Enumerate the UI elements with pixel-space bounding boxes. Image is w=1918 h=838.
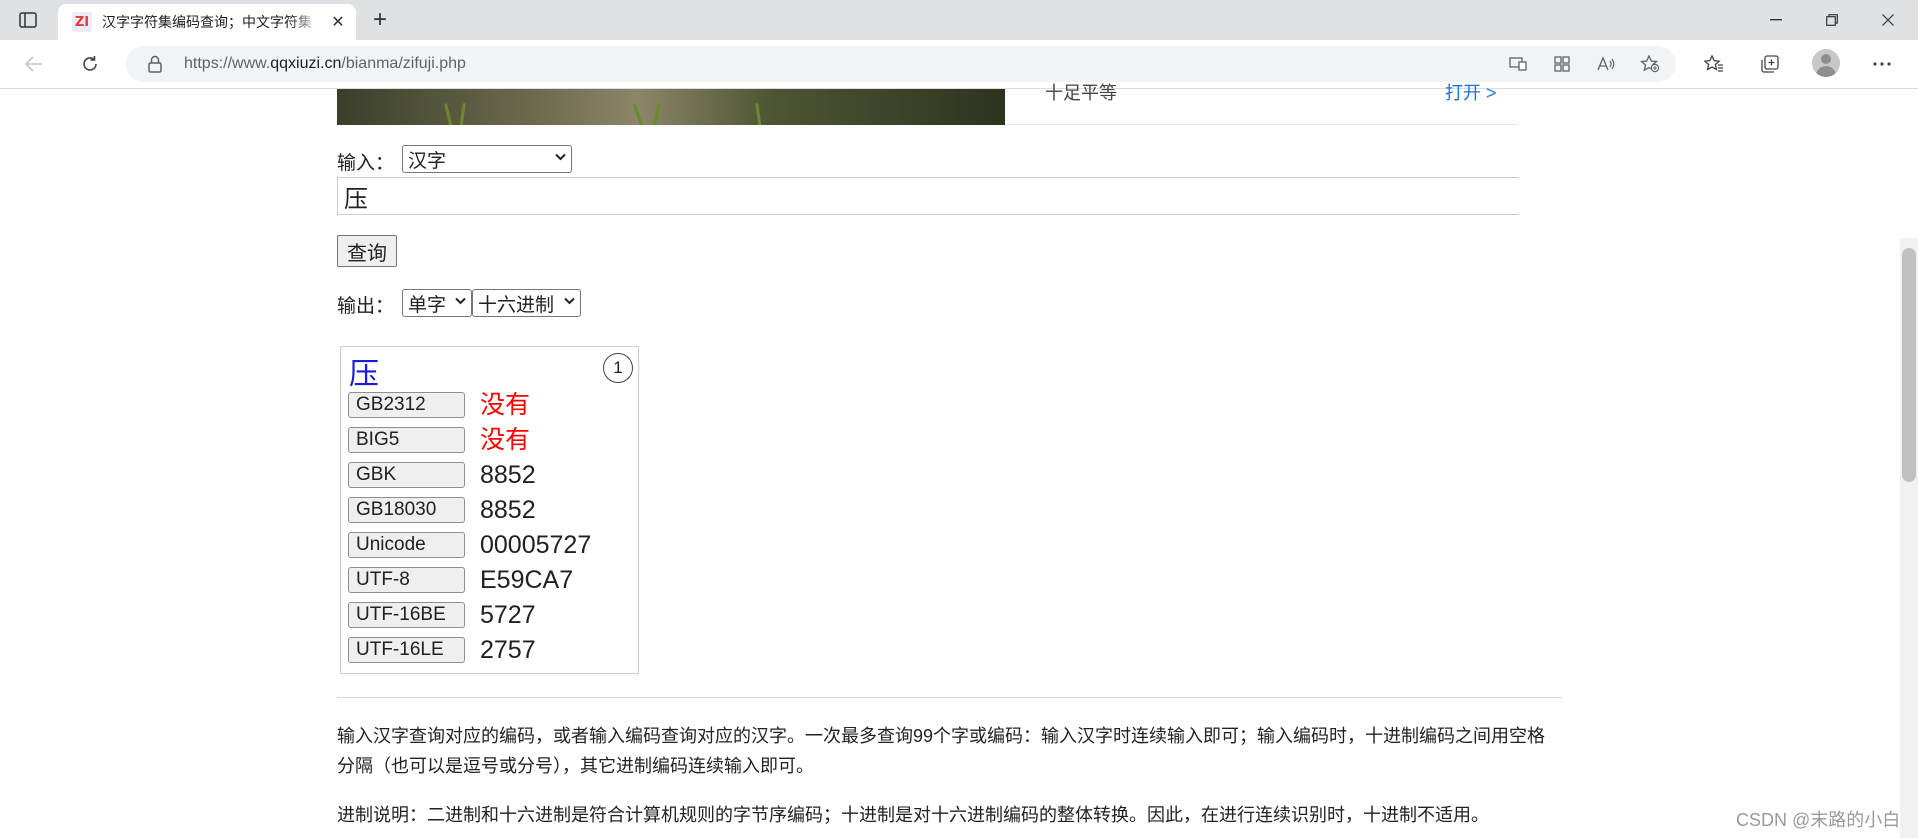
input-type-select[interactable]: 汉字 [402,145,572,173]
output-mode-select[interactable]: 单字 [402,289,472,317]
code-label-button[interactable]: BIG5 [348,427,465,453]
query-input-value: 压 [344,185,368,213]
query-input[interactable]: 压 [337,177,1519,215]
query-button[interactable]: 查询 [337,235,397,267]
refresh-icon[interactable] [76,50,104,78]
code-label-button[interactable]: GB2312 [348,392,465,418]
code-value: 没有 [480,426,531,454]
favorites-icon[interactable] [1700,50,1728,78]
collections-icon[interactable] [1756,50,1784,78]
banner-image[interactable] [337,89,1005,125]
tab-title: 汉字字符集编码查询；中文字符集 [102,14,312,30]
code-value: 没有 [480,391,531,419]
code-row: UTF-16BE 5727 [348,600,633,630]
close-window-icon[interactable] [1860,0,1916,40]
new-tab-icon[interactable]: + [366,8,394,32]
url-text[interactable]: https://www.qqxiuzi.cn/bianma/zifuji.php [184,55,466,73]
output-base-value: 十六进制 [478,294,555,316]
code-row: UTF-8 E59CA7 [348,565,633,595]
app-available-icon[interactable] [1506,52,1530,76]
output-base-select[interactable]: 十六进制 [472,289,581,317]
code-row: GBK 8852 [348,460,633,490]
minimize-icon[interactable] [1748,0,1804,40]
url-path: /bianma/zifuji.php [341,55,466,72]
close-tab-icon[interactable]: ✕ [328,12,348,32]
code-value: 8852 [480,461,536,489]
chevron-down-icon [564,294,575,308]
code-value: 2757 [480,636,536,664]
code-value: 8852 [480,496,536,524]
code-row: BIG5 没有 [348,425,633,455]
url-host: qqxiuzi.cn [270,55,342,72]
read-aloud-icon[interactable] [1594,52,1618,76]
result-card: 压 1 GB2312 没有 BIG5 没有 GBK 8852 GB18030 8852 Unic… [340,346,639,674]
code-label-button[interactable]: UTF-16BE [348,602,465,628]
output-mode-value: 单字 [408,294,447,316]
code-label-button[interactable]: Unicode [348,532,465,558]
back-arrow-icon[interactable] [20,50,48,78]
notes-paragraph: 进制说明：二进制和十六进制是符合计算机规则的字节序编码；十进制是对十六进制编码的… [337,805,1489,825]
code-row: UTF-16LE 2757 [348,635,633,665]
lock-icon[interactable] [148,55,162,78]
chevron-down-icon [555,150,566,164]
code-label-button[interactable]: GBK [348,462,465,488]
profile-avatar[interactable] [1812,49,1840,77]
code-label-button[interactable]: UTF-16LE [348,637,465,663]
add-favorite-icon[interactable] [1638,52,1662,76]
code-value: 5727 [480,601,536,629]
tab-strip: ZI 汉字字符集编码查询；中文字符集 ✕ + [0,0,1918,40]
restore-icon[interactable] [1804,0,1860,40]
extensions-grid-icon[interactable] [1550,52,1574,76]
site-favicon-icon: ZI [72,12,92,32]
tab-actions-icon[interactable] [14,8,42,32]
more-menu-icon[interactable] [1868,50,1896,78]
code-label-button[interactable]: UTF-8 [348,567,465,593]
url-prefix: https://www. [184,55,271,72]
output-label: 输出： [337,296,395,317]
code-row: GB18030 8852 [348,495,633,525]
page-content: 十足平等 打开 > 输入： 汉字 压 查询 输出： 单字 十六进制 压 1 GB… [0,83,1918,838]
scrollbar-thumb[interactable] [1902,248,1916,482]
banner-side-panel: 十足平等 打开 > [1005,83,1518,125]
input-label: 输入： [337,153,395,174]
browser-toolbar: https://www.qqxiuzi.cn/bianma/zifuji.php [0,40,1918,89]
address-bar[interactable]: https://www.qqxiuzi.cn/bianma/zifuji.php [126,46,1676,82]
description-paragraph: 输入汉字查询对应的编码，或者输入编码查询对应的汉字。一次最多查询99个字或编码：… [337,726,1546,776]
watermark: CSDN @末路的小白 [1736,810,1901,830]
banner-side-text: 十足平等 [1045,83,1117,103]
result-count-badge: 1 [603,353,633,383]
result-char: 压 [349,358,379,391]
divider [337,697,1562,698]
code-value: E59CA7 [480,566,574,594]
active-tab[interactable]: ZI 汉字字符集编码查询；中文字符集 ✕ [58,4,356,40]
chevron-down-icon [455,294,466,308]
code-label-button[interactable]: GB18030 [348,497,465,523]
input-type-value: 汉字 [408,150,447,172]
code-row: Unicode 00005727 [348,530,633,560]
code-row: GB2312 没有 [348,390,633,420]
banner-open-link[interactable]: 打开 > [1445,79,1497,105]
code-value: 00005727 [480,531,592,559]
